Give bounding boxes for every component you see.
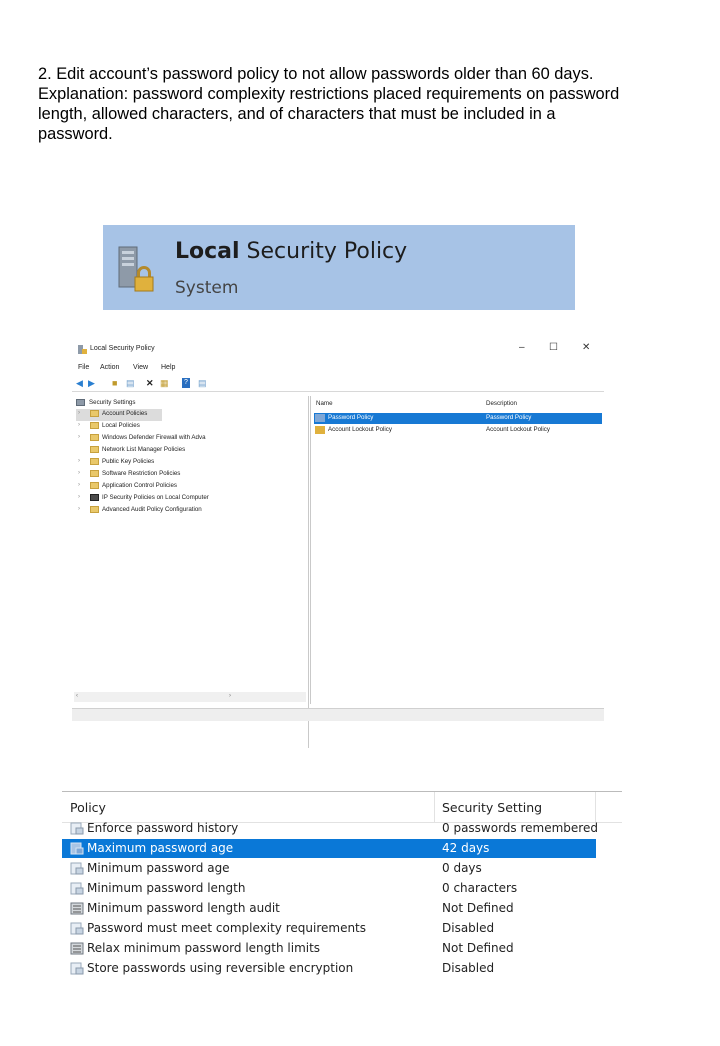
column-header-security-setting[interactable]: Security Setting [442, 800, 542, 815]
policy-audit-icon [70, 902, 84, 915]
expand-arrow-icon[interactable]: › [78, 506, 80, 512]
folder-icon [90, 458, 99, 465]
search-result-banner[interactable]: Local Security Policy System [103, 225, 575, 310]
app-icon [78, 345, 87, 354]
instruction-line: 2. Edit account’s password policy to not… [38, 65, 594, 83]
toolbar: ◀ ▶ ■ ▤ ✕ ▦ ? ▤ [72, 375, 604, 392]
export-list-icon[interactable]: ▦ [160, 378, 169, 388]
expand-arrow-icon[interactable]: › [78, 482, 80, 488]
delete-icon[interactable]: ✕ [146, 378, 154, 388]
folder-icon [90, 410, 99, 417]
search-result-title: Local Security Policy [175, 239, 408, 264]
close-button[interactable]: ✕ [582, 342, 590, 353]
table-row[interactable]: Store passwords using reversible encrypt… [62, 959, 596, 978]
instruction-line: Explanation: password complexity restric… [38, 85, 620, 103]
policy-audit-icon [70, 942, 84, 955]
tree-horizontal-scrollbar[interactable]: ‹ › [74, 692, 306, 702]
list-pane: Name Description Password Policy Passwor… [310, 396, 602, 704]
instruction-text: 2. Edit account’s password policy to not… [38, 64, 688, 144]
policy-setting-icon [70, 822, 84, 835]
list-item-account-lockout-policy[interactable]: Account Lockout Policy Account Lockout P… [314, 425, 602, 436]
security-settings-icon [76, 399, 85, 406]
table-row[interactable]: Minimum password length 0 characters [62, 879, 596, 898]
table-row[interactable]: Enforce password history 0 passwords rem… [62, 819, 598, 838]
column-divider [595, 792, 596, 822]
folder-icon [90, 434, 99, 441]
scroll-left-icon[interactable]: ‹ [76, 693, 78, 699]
policy-icon [315, 414, 325, 422]
expand-arrow-icon[interactable]: › [78, 410, 80, 416]
table-row[interactable]: Relax minimum password length limits Not… [62, 939, 596, 958]
table-row[interactable]: Minimum password age 0 days [62, 859, 596, 878]
tree-pane: Security Settings › Account Policies › L… [74, 396, 309, 748]
help-icon[interactable]: ? [182, 378, 190, 388]
menu-help[interactable]: Help [161, 364, 175, 371]
menu-file[interactable]: File [78, 364, 89, 371]
back-icon[interactable]: ◀ [76, 378, 83, 388]
expand-arrow-icon[interactable]: › [78, 470, 80, 476]
folder-icon [90, 422, 99, 429]
folder-icon [90, 470, 99, 477]
local-security-policy-window: Local Security Policy – ☐ ✕ File Action … [72, 340, 604, 748]
ip-security-icon [90, 494, 99, 501]
column-header-description[interactable]: Description [486, 400, 517, 407]
menu-view[interactable]: View [133, 364, 148, 371]
title-bar: Local Security Policy – ☐ ✕ [72, 340, 604, 358]
column-header-policy[interactable]: Policy [70, 800, 106, 815]
table-row[interactable]: Minimum password length audit Not Define… [62, 899, 596, 918]
tree-item-account-policies[interactable]: › Account Policies [76, 409, 162, 421]
menu-action[interactable]: Action [100, 364, 119, 371]
folder-icon [90, 482, 99, 489]
status-bar [72, 708, 604, 721]
scroll-right-icon[interactable]: › [229, 693, 231, 699]
list-item-password-policy[interactable]: Password Policy Password Policy [314, 413, 602, 424]
show-hide-tree-icon[interactable]: ▤ [126, 378, 135, 388]
policy-setting-icon [70, 922, 84, 935]
policy-setting-icon [70, 862, 84, 875]
expand-arrow-icon[interactable]: › [78, 458, 80, 464]
policy-setting-icon [70, 842, 84, 855]
forward-icon[interactable]: ▶ [88, 378, 95, 388]
up-folder-icon[interactable]: ■ [112, 378, 117, 388]
policy-setting-icon [70, 882, 84, 895]
folder-icon [90, 506, 99, 513]
minimize-button[interactable]: – [519, 342, 525, 353]
table-row-selected[interactable]: Maximum password age 42 days [62, 839, 596, 858]
column-header-name[interactable]: Name [316, 400, 333, 407]
search-result-subtitle: System [175, 278, 239, 298]
window-title: Local Security Policy [90, 345, 155, 352]
column-divider [434, 792, 435, 822]
instruction-line: password. [38, 125, 113, 143]
maximize-button[interactable]: ☐ [549, 342, 558, 353]
folder-icon [90, 446, 99, 453]
policy-setting-icon [70, 962, 84, 975]
server-lock-icon [118, 246, 154, 292]
instruction-line: length, allowed characters, and of chara… [38, 105, 556, 123]
policy-icon [315, 426, 325, 434]
expand-arrow-icon[interactable]: › [78, 422, 80, 428]
expand-arrow-icon[interactable]: › [78, 434, 80, 440]
properties-icon[interactable]: ▤ [198, 378, 207, 388]
password-policy-table: Policy Security Setting Enforce password… [62, 791, 622, 991]
expand-arrow-icon[interactable]: › [78, 494, 80, 500]
table-row[interactable]: Password must meet complexity requiremen… [62, 919, 596, 938]
